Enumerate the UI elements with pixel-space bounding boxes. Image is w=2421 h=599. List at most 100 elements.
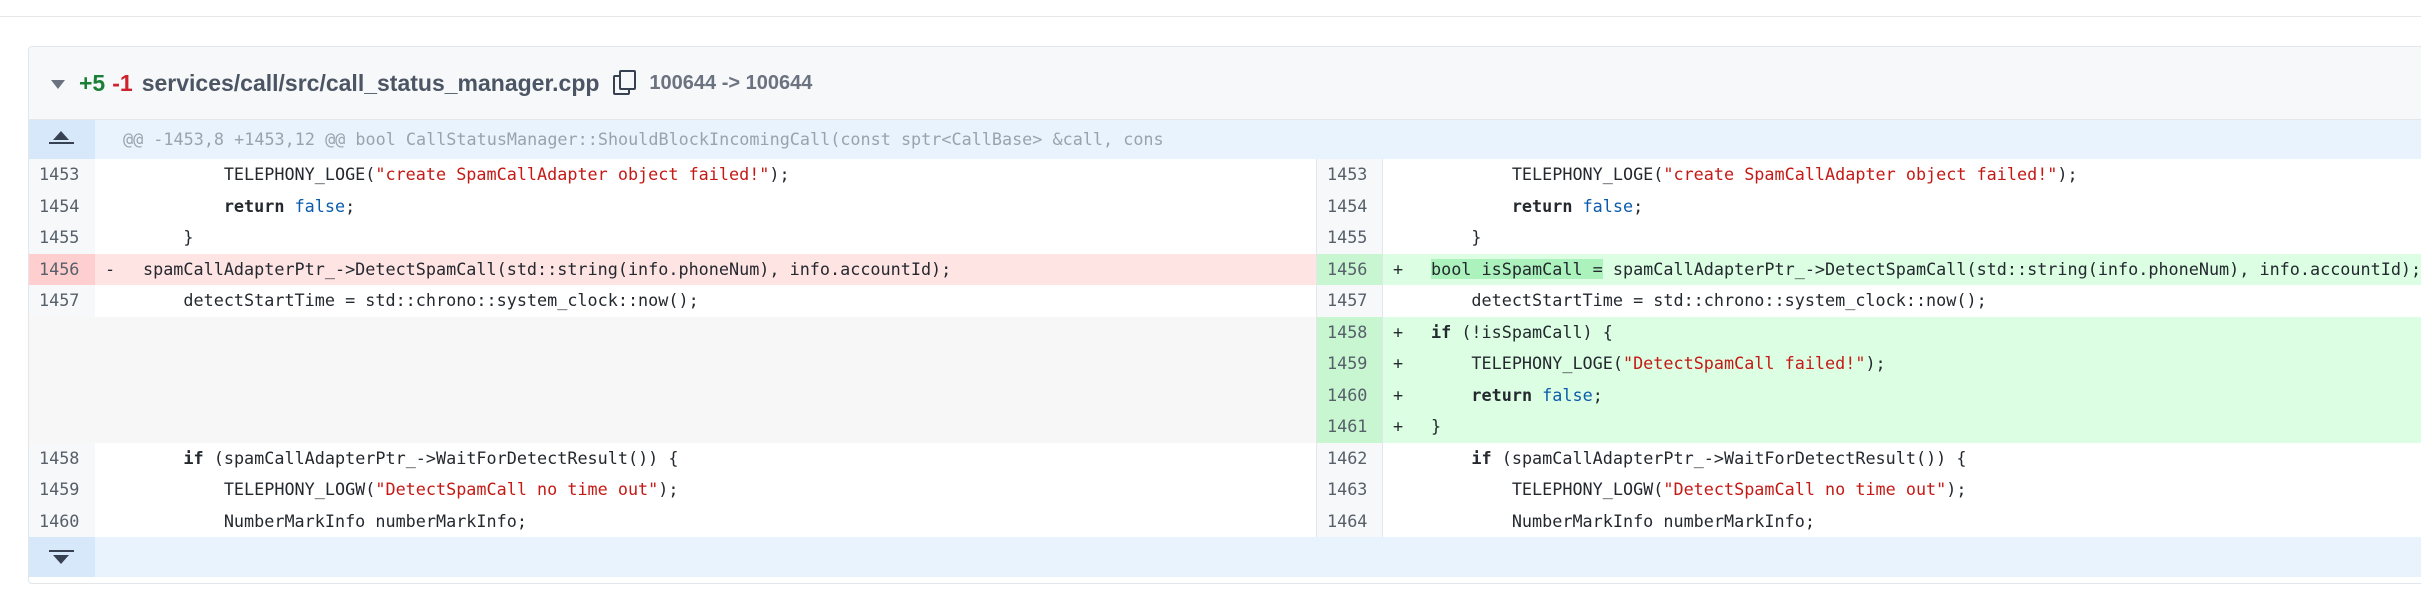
right-code-line: detectStartTime = std::chrono::system_cl… [1382, 285, 2421, 317]
hunk-header: @@ -1453,8 +1453,12 @@ bool CallStatusMa… [123, 129, 1164, 149]
left-line-number[interactable]: 1453 [29, 159, 95, 191]
right-code-line: NumberMarkInfo numberMarkInfo; [1382, 505, 2421, 537]
code-token: return [1511, 195, 1573, 216]
left-code-line [95, 411, 1316, 443]
left-line-number[interactable]: 1457 [29, 285, 95, 317]
expand-down-icon[interactable] [29, 537, 95, 577]
diff-sign: - [105, 258, 116, 279]
right-line-number[interactable]: 1453 [1316, 159, 1382, 191]
diff-row: 1458 if (spamCallAdapterPtr_->WaitForDet… [29, 442, 2421, 475]
expand-up-icon[interactable] [29, 120, 95, 159]
right-line-number[interactable]: 1464 [1316, 505, 1382, 537]
right-line-number[interactable]: 1463 [1316, 474, 1382, 506]
diff-row: 1455 } 1455 } [29, 222, 2421, 254]
code-token: ; [345, 195, 356, 216]
code-token: return [1471, 384, 1533, 405]
code-token: "create SpamCallAdapter object failed!" [375, 164, 770, 184]
code-token: } [1431, 416, 1442, 436]
left-code-line: - spamCallAdapterPtr_->DetectSpamCall(std… [95, 253, 1316, 285]
left-code-line [95, 348, 1316, 380]
code-token: TELEPHONY_LOGE( [1431, 353, 1623, 373]
code-token: TELEPHONY_LOGW( [143, 479, 376, 499]
code-token: (spamCallAdapterPtr_->WaitForDetectResul… [1491, 447, 1967, 468]
code-token: NumberMarkInfo numberMarkInfo; [1431, 510, 1815, 531]
diff-row: 1459 TELEPHONY_LOGW("DetectSpamCall no t… [29, 474, 2421, 506]
added-count: +5 [79, 69, 106, 96]
left-line-number[interactable]: 1459 [29, 474, 95, 506]
diff-grid: @@ -1453,8 +1453,12 @@ bool CallStatusMa… [29, 120, 2421, 577]
code-token: "DetectSpamCall no time out" [1663, 479, 1947, 499]
left-line-number[interactable]: 1455 [29, 222, 95, 254]
right-line-number[interactable]: 1460 [1316, 379, 1382, 411]
top-divider [0, 16, 2421, 17]
right-line-number[interactable]: 1462 [1316, 442, 1382, 474]
diff-row: 1458 + if (!isSpamCall) { [29, 316, 2421, 348]
code-token: "DetectSpamCall no time out" [375, 479, 659, 499]
diff-row: 1460 + return false; [29, 379, 2421, 411]
diff-row: 1457 detectStartTime = std::chrono::syst… [29, 285, 2421, 317]
left-line-number[interactable]: 1454 [29, 190, 95, 222]
right-code-line: if (spamCallAdapterPtr_->WaitForDetectRe… [1382, 442, 2421, 474]
diff-row: 1454 return false; 1454 return false; [29, 190, 2421, 223]
right-line-number[interactable]: 1455 [1316, 222, 1382, 254]
diff-sign: + [1393, 258, 1404, 279]
left-code-line: return false; [95, 191, 1316, 223]
code-token: } [1431, 227, 1482, 247]
right-code-line: + return false; [1382, 379, 2421, 411]
left-line-number[interactable] [29, 411, 95, 443]
left-code-line: detectStartTime = std::chrono::system_cl… [95, 285, 1316, 317]
code-token: ); [769, 164, 790, 184]
code-token: return [223, 195, 285, 216]
left-code-line [95, 316, 1316, 348]
right-line-number[interactable]: 1458 [1316, 316, 1382, 348]
right-code-line: + bool isSpamCall = spamCallAdapterPtr_->… [1382, 253, 2421, 285]
right-code-line: + if (!isSpamCall) { [1382, 316, 2421, 348]
right-line-number[interactable]: 1457 [1316, 285, 1382, 317]
copy-icon[interactable] [613, 70, 637, 96]
hunk-footer-row [29, 537, 2421, 577]
code-token: bool isSpamCall = [1431, 258, 1603, 279]
right-line-number[interactable]: 1454 [1316, 190, 1382, 222]
diff-file-panel: +5 -1 services/call/src/call_status_mana… [28, 46, 2421, 584]
diff-row: 1453 TELEPHONY_LOGE("create SpamCallAdap… [29, 159, 2421, 191]
left-code-line: NumberMarkInfo numberMarkInfo; [95, 506, 1316, 538]
code-token: detectStartTime = std::chrono::system_cl… [143, 290, 699, 310]
left-line-number[interactable]: 1460 [29, 505, 95, 537]
code-token: (!isSpamCall) { [1451, 321, 1613, 342]
right-line-number[interactable]: 1461 [1316, 411, 1382, 443]
left-line-number[interactable] [29, 316, 95, 348]
left-code-line [95, 379, 1316, 411]
code-token: } [143, 227, 194, 247]
file-path[interactable]: services/call/src/call_status_manager.cp… [142, 70, 600, 97]
left-code-line: TELEPHONY_LOGW("DetectSpamCall no time o… [95, 474, 1316, 506]
code-token: TELEPHONY_LOGE( [143, 164, 376, 184]
code-token: if [183, 447, 204, 468]
right-line-number[interactable]: 1456 [1316, 253, 1382, 285]
diff-row: 1461 +} [29, 411, 2421, 443]
diff-row: 1456- spamCallAdapterPtr_->DetectSpamCall… [29, 253, 2421, 285]
diff-sign: + [1393, 384, 1404, 405]
right-code-line: + TELEPHONY_LOGE("DetectSpamCall failed!… [1382, 348, 2421, 380]
left-line-number[interactable] [29, 379, 95, 411]
code-token: ; [1592, 384, 1603, 405]
code-token: if [1471, 447, 1492, 468]
left-code-line: if (spamCallAdapterPtr_->WaitForDetectRe… [95, 443, 1316, 475]
code-token: (spamCallAdapterPtr_->WaitForDetectResul… [203, 447, 679, 468]
right-line-number[interactable]: 1459 [1316, 348, 1382, 380]
code-token: if [1431, 321, 1452, 342]
chevron-down-icon[interactable] [51, 79, 65, 89]
left-line-number[interactable] [29, 348, 95, 380]
code-token: ); [1865, 353, 1886, 373]
left-line-number[interactable]: 1456 [29, 253, 95, 285]
code-token: ); [658, 479, 679, 499]
left-code-line: TELEPHONY_LOGE("create SpamCallAdapter o… [95, 159, 1316, 191]
code-token: TELEPHONY_LOGW( [1431, 479, 1664, 499]
code-token: "create SpamCallAdapter object failed!" [1663, 164, 2058, 184]
code-token: "DetectSpamCall failed!" [1622, 353, 1866, 373]
left-code-line: } [95, 222, 1316, 254]
left-line-number[interactable]: 1458 [29, 442, 95, 474]
